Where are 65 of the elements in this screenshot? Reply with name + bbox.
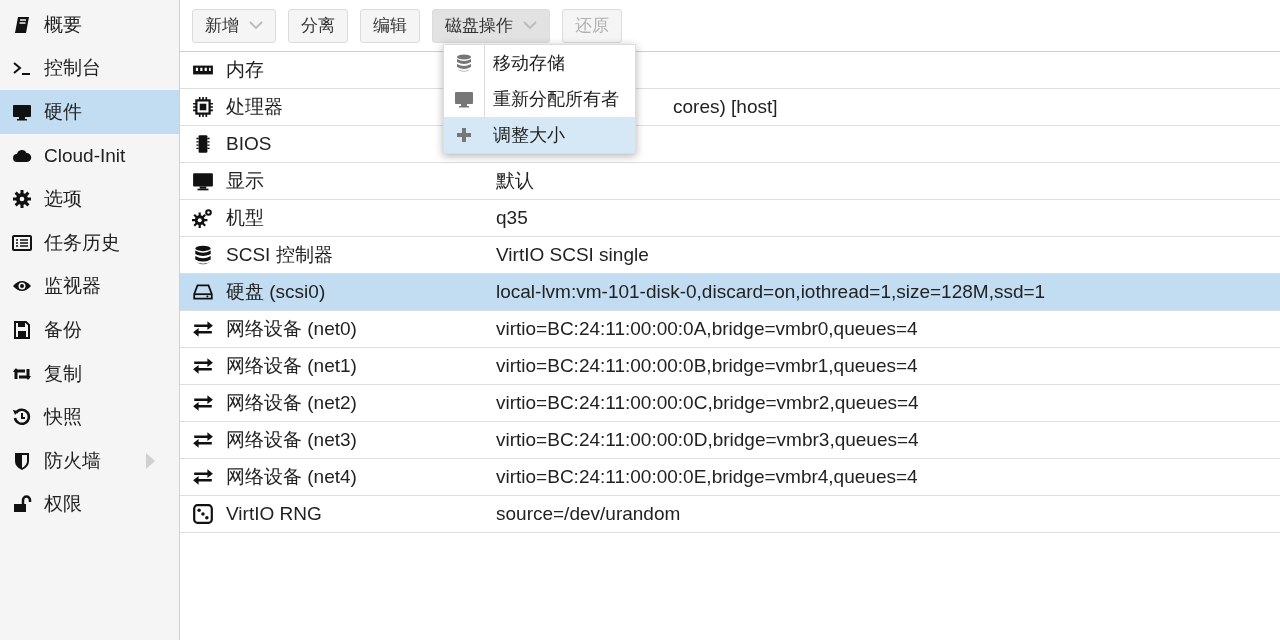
monitor-icon [454, 89, 474, 109]
list-icon [12, 232, 32, 253]
sidebar-item[interactable]: 复制 [0, 351, 179, 396]
toolbar-button[interactable]: 编辑 [360, 8, 420, 43]
sidebar-item[interactable]: 选项 [0, 177, 179, 221]
sidebar-item[interactable]: 快照 [0, 395, 179, 439]
table-cell: VirtIO RNG [226, 503, 322, 525]
monitor-icon [192, 170, 214, 192]
chevron-down-icon [249, 21, 263, 30]
history-icon [12, 407, 32, 428]
table-cell: virtio=BC:24:11:00:00:0E,bridge=vmbr4,queues=4 [496, 466, 918, 488]
processor-chip-icon [192, 96, 214, 118]
monitor-icon [12, 102, 32, 122]
table-cell: virtio=BC:24:11:00:00:0A,bridge=vmbr0,queues=4 [496, 318, 918, 340]
plus-icon [454, 125, 474, 145]
table-cell: BIOS [226, 133, 272, 155]
table-cell: virtio=BC:24:11:00:00:0C,bridge=vmbr2,queues=4 [496, 392, 919, 414]
table-cell: VirtIO SCSI single [496, 244, 649, 266]
database-icon [192, 244, 214, 266]
table-cell-text: 机型 [226, 206, 264, 230]
unlocked-padlock-icon [12, 494, 32, 515]
sidebar-item[interactable]: 备份 [0, 308, 179, 352]
toolbar-button[interactable]: 磁盘操作 [432, 8, 550, 43]
sidebar-item[interactable]: Cloud-Init [0, 133, 179, 178]
toolbar-button[interactable]: 分离 [288, 8, 348, 43]
exchange-arrows-icon [192, 318, 214, 340]
table-cell-text: 网络设备 (net4) [226, 465, 357, 489]
exchange-arrows-icon [192, 392, 214, 414]
table-cell-text: 网络设备 (net3) [226, 428, 357, 452]
sidebar-item[interactable]: 任务历史 [0, 220, 179, 265]
sidebar-item[interactable]: 控制台 [0, 46, 179, 91]
chevron-down-icon [523, 21, 537, 30]
sidebar-item[interactable]: 权限 [0, 482, 179, 527]
sidebar-item[interactable]: 硬件 [0, 90, 179, 134]
table-row[interactable]: 硬盘 (scsi0) local-lvm:vm-101-disk-0,discard=on,iothread=1,size=128M,ssd=1 [180, 274, 1280, 311]
table-cell-text: 处理器 [226, 95, 283, 119]
table-cell-text: 内存 [226, 58, 264, 82]
toolbar-button[interactable]: 新增 [192, 8, 276, 43]
shield-icon [12, 450, 32, 471]
table-cell: cores) [host] [673, 96, 778, 118]
exchange-arrows-icon [192, 466, 214, 488]
exchange-arrows-icon [192, 429, 214, 451]
table-cell: source=/dev/urandom [496, 503, 681, 525]
table-cell-text: 网络设备 (net0) [226, 317, 357, 341]
sidebar-item[interactable]: 防火墙 [0, 438, 179, 483]
menu-item[interactable]: 调整大小 [444, 117, 635, 153]
table-cell: virtio=BC:24:11:00:00:0B,bridge=vmbr1,queues=4 [496, 355, 918, 377]
dice-icon [192, 503, 214, 525]
gears-icon [192, 207, 214, 229]
table-cell: local-lvm:vm-101-disk-0,discard=on,iothread=1,size=128M,ssd=1 [496, 281, 1046, 303]
table-cell-text: 硬盘 (scsi0) [226, 280, 326, 304]
gear-icon [12, 189, 32, 210]
table-cell: q35 [496, 207, 528, 229]
book-icon [12, 14, 32, 35]
table-cell-text: 默认 [496, 169, 534, 193]
table-cell-text: 网络设备 (net2) [226, 391, 357, 415]
exchange-arrows-icon [192, 355, 214, 377]
table-cell-text: 网络设备 (net1) [226, 354, 357, 378]
expand-arrow-icon[interactable] [146, 452, 155, 469]
table-cell-text: 显示 [226, 169, 264, 193]
table-cell: virtio=BC:24:11:00:00:0D,bridge=vmbr3,queues=4 [496, 429, 919, 451]
table-cell-text: SCSI 控制器 [226, 243, 333, 267]
database-icon [454, 53, 474, 73]
sidebar-item[interactable]: 监视器 [0, 264, 179, 309]
sidebar-item[interactable]: 概要 [0, 3, 179, 47]
